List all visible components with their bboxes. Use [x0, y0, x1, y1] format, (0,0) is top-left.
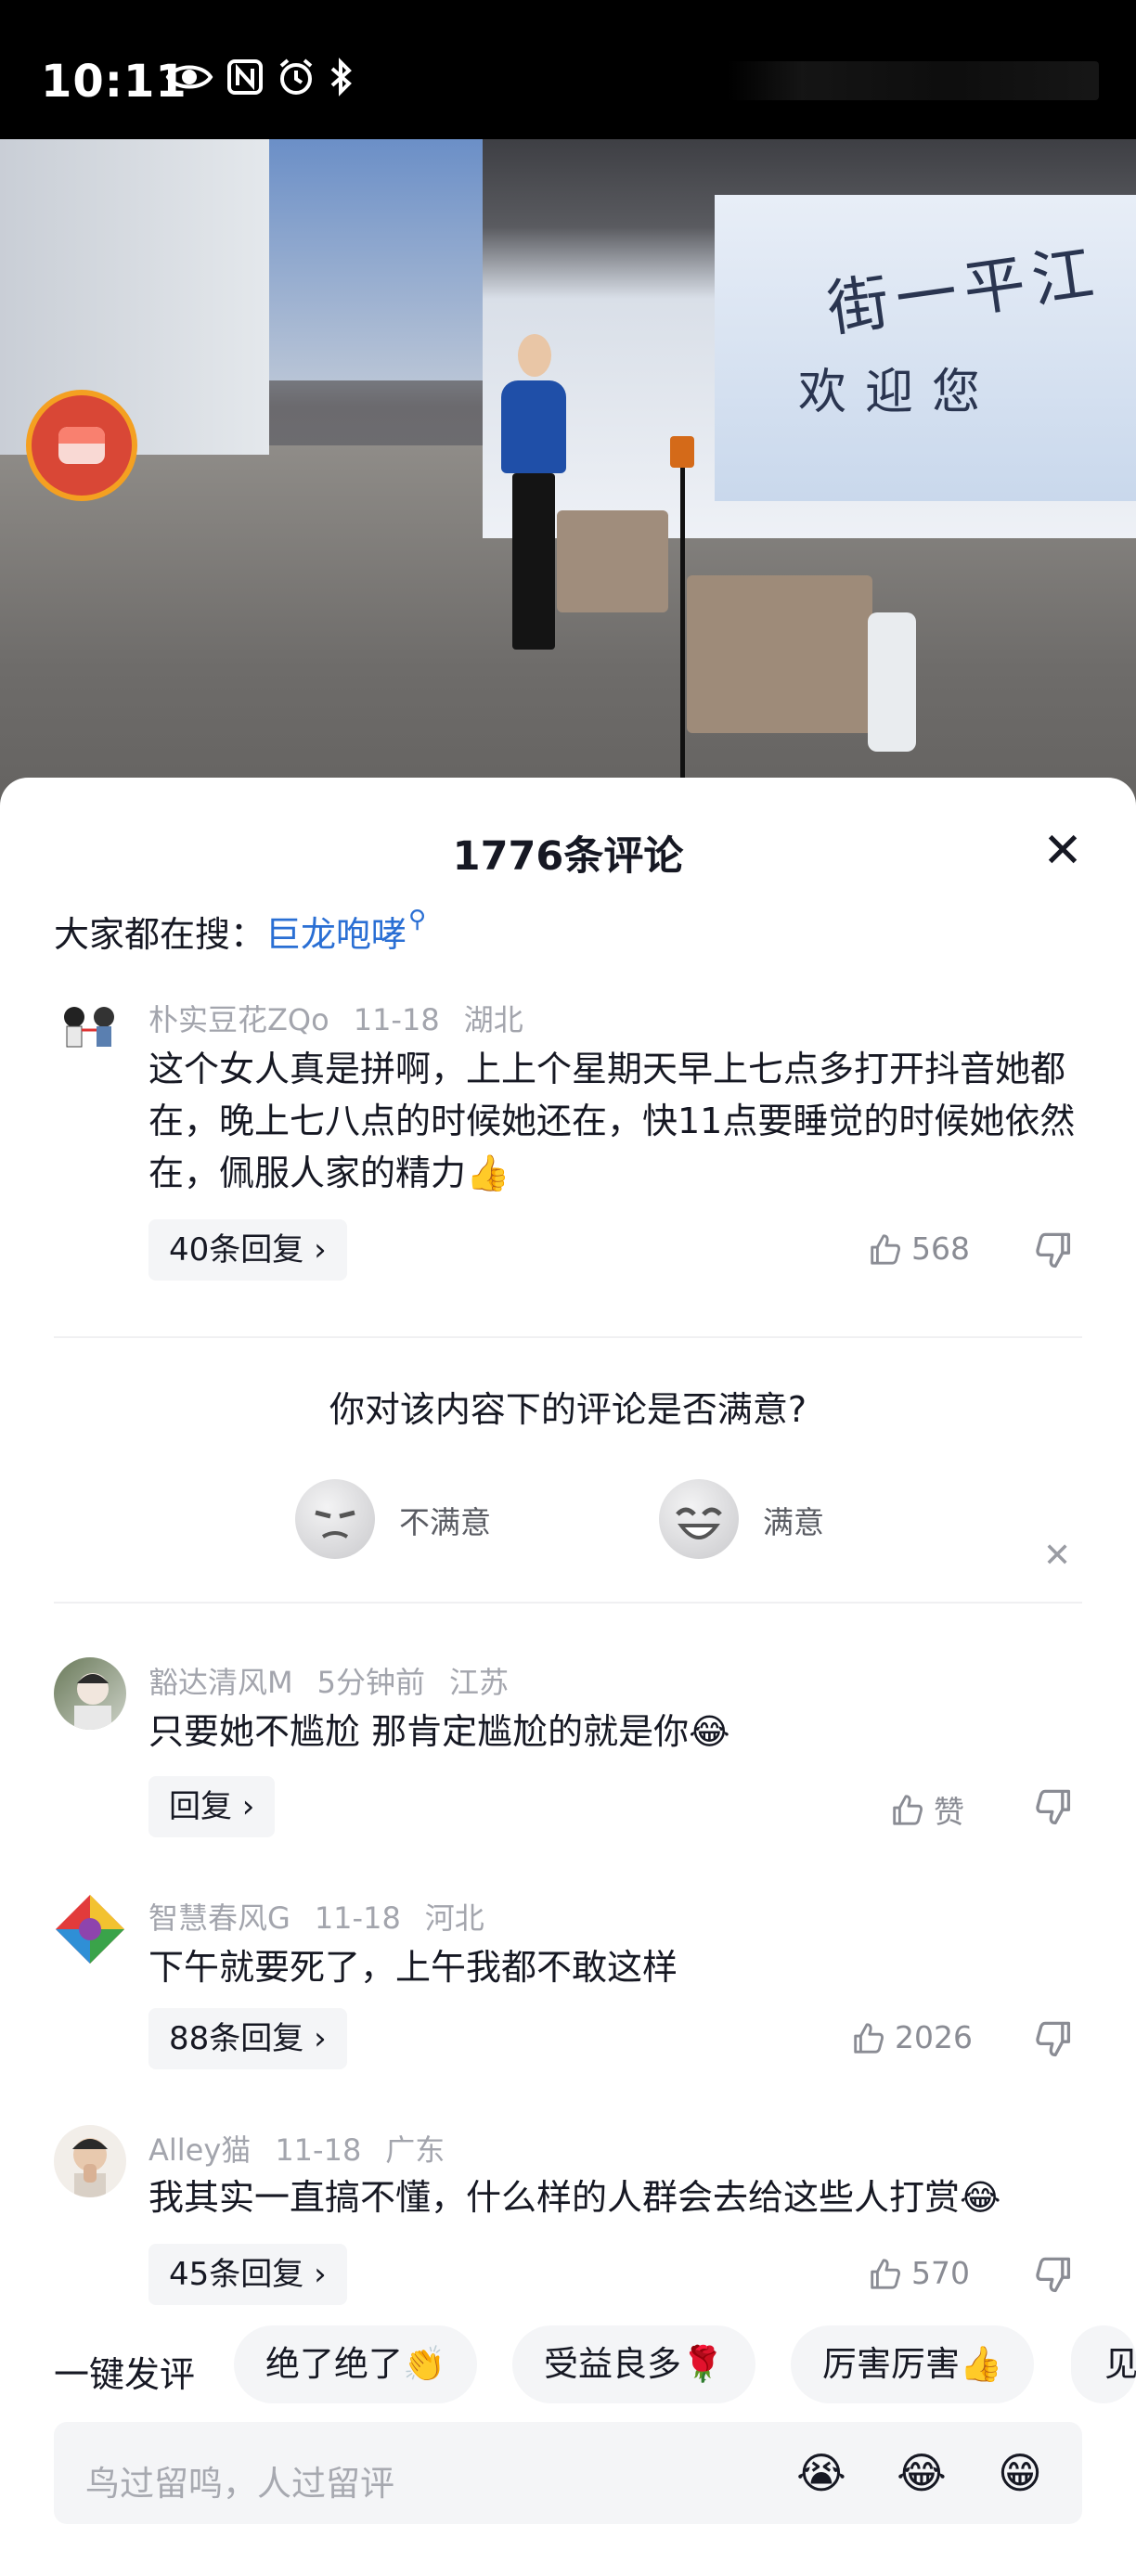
- like-count: 赞: [934, 1794, 964, 1830]
- comment-location: 江苏: [449, 1665, 510, 1700]
- unsatisfied-face-icon[interactable]: [295, 1479, 375, 1559]
- avatar[interactable]: [54, 1657, 126, 1730]
- thumbs-up-icon: [871, 2258, 900, 2289]
- survey-option-satisfied[interactable]: 满意: [763, 1498, 824, 1542]
- status-bar: 10:11: [0, 0, 1136, 139]
- view-replies-label: 45条回复: [169, 2256, 304, 2293]
- view-replies-label: 88条回复: [169, 2020, 304, 2057]
- comment-time: 11-18: [353, 1002, 440, 1037]
- comment-username[interactable]: 朴实豆花ZQo: [148, 1002, 329, 1037]
- view-replies-button[interactable]: 40条回复 ›: [148, 1219, 347, 1281]
- comment-meta: 豁达清风M 5分钟前 江苏: [148, 1659, 533, 1702]
- comment-username[interactable]: 智慧春风G: [148, 1900, 290, 1936]
- comment-meta: Alley猫 11-18 广东: [148, 2127, 469, 2170]
- comment-time: 11-18: [275, 2132, 362, 2168]
- comment-text[interactable]: 我其实一直搞不懂，什么样的人群会去给这些人打赏😂: [148, 2171, 1086, 2223]
- search-keyword-link[interactable]: 巨龙咆哮: [265, 914, 407, 955]
- status-right-blurred: [728, 61, 1099, 100]
- quick-reply-label: 一键发评: [54, 2354, 196, 2395]
- survey-question: 你对该内容下的评论是否满意?: [329, 1389, 807, 1430]
- thumbs-up-icon: [854, 2022, 884, 2054]
- divider: [54, 1336, 1082, 1338]
- alarm-icon: [277, 58, 316, 100]
- comment-time: 11-18: [314, 1900, 401, 1936]
- view-replies-button[interactable]: 88条回复 ›: [148, 2008, 347, 2069]
- like-count: 568: [911, 1230, 970, 1267]
- like-button[interactable]: 568: [867, 1230, 970, 1267]
- red-packet-icon: [58, 427, 105, 464]
- comment-input-placeholder: 鸟过留鸣，人过留评: [85, 2464, 394, 2504]
- comment-meta: 智慧春风G 11-18 河北: [148, 1895, 509, 1938]
- laughing-emoji-icon[interactable]: 😂: [895, 2446, 949, 2500]
- quick-reply-chip[interactable]: 见: [1071, 2325, 1136, 2403]
- comment-location: 广东: [385, 2132, 445, 2168]
- comment-text[interactable]: 只要她不尴尬 那肯定尴尬的就是你😂: [148, 1706, 1086, 1758]
- comment-username[interactable]: 豁达清风M: [148, 1665, 293, 1700]
- view-replies-button[interactable]: 45条回复 ›: [148, 2244, 347, 2305]
- thumbs-down-icon[interactable]: [1034, 1230, 1075, 1271]
- status-icons: [165, 58, 355, 100]
- comments-title: 1776条评论: [452, 833, 684, 880]
- quick-reply-chip[interactable]: 厉害厉害👍: [791, 2325, 1035, 2403]
- thumbs-up-icon: [893, 1795, 923, 1825]
- like-count: 570: [911, 2255, 970, 2291]
- comment-text[interactable]: 这个女人真是拼啊，上上个星期天早上七点多打开抖音她都在，晚上七八点的时候她还在，…: [148, 1043, 1086, 1199]
- quick-reply-chip[interactable]: 绝了绝了👏: [234, 2325, 478, 2403]
- comment-time: 5分钟前: [316, 1665, 425, 1700]
- comment-text[interactable]: 下午就要死了，上午我都不敢这样: [148, 1941, 1086, 1993]
- crying-emoji-icon[interactable]: 😭: [794, 2446, 848, 2500]
- thumbs-down-icon[interactable]: [1034, 1787, 1075, 1828]
- reply-label: 回复: [169, 1788, 232, 1825]
- comment-location: 湖北: [463, 1002, 523, 1037]
- video-player[interactable]: 街一平江 欢迎您: [0, 139, 1136, 807]
- survey-close-icon[interactable]: ✕: [1043, 1537, 1071, 1575]
- search-prefix: 大家都在搜：: [54, 914, 266, 955]
- reply-button[interactable]: 回复 ›: [148, 1776, 276, 1837]
- avatar[interactable]: [54, 995, 126, 1067]
- survey-option-unsatisfied[interactable]: 不满意: [399, 1498, 491, 1542]
- quick-reply-chip[interactable]: 受益良多🌹: [512, 2325, 756, 2403]
- thumbs-down-icon[interactable]: [1034, 2255, 1075, 2296]
- close-icon[interactable]: ✕: [1039, 827, 1086, 875]
- comment-username[interactable]: Alley猫: [148, 2132, 251, 2168]
- divider: [54, 1602, 1082, 1604]
- video-sign-welcome: 欢迎您: [798, 365, 1000, 420]
- search-icon: ⚲: [408, 906, 427, 934]
- search-suggestion: 大家都在搜：巨龙咆哮⚲: [54, 906, 426, 957]
- like-count: 2026: [895, 2019, 973, 2055]
- thumbs-down-icon[interactable]: [1034, 2019, 1075, 2060]
- red-packet-button[interactable]: [26, 390, 137, 501]
- avatar[interactable]: [54, 2125, 126, 2197]
- view-replies-label: 40条回复: [169, 1231, 304, 1269]
- like-button[interactable]: 赞: [889, 1787, 964, 1832]
- video-tripod: [640, 436, 724, 807]
- video-person: [492, 334, 575, 659]
- like-button[interactable]: 570: [867, 2255, 970, 2291]
- satisfied-face-icon[interactable]: [659, 1479, 739, 1559]
- nfc-icon: [226, 58, 264, 99]
- eye-icon: [165, 58, 213, 99]
- bluetooth-icon: [329, 58, 355, 100]
- thumbs-up-icon: [871, 1233, 900, 1265]
- grin-emoji-icon[interactable]: 😁: [993, 2446, 1047, 2500]
- like-button[interactable]: 2026: [850, 2019, 973, 2055]
- comment-location: 河北: [424, 1900, 484, 1936]
- comment-meta: 朴实豆花ZQo 11-18 湖北: [148, 997, 548, 1039]
- video-luggage: [868, 612, 916, 752]
- avatar[interactable]: [54, 1893, 126, 1965]
